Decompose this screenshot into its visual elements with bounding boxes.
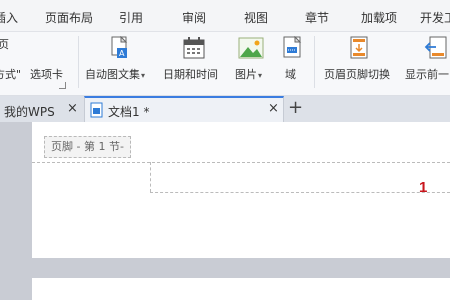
- document-icon: [90, 102, 103, 118]
- show-previous-button[interactable]: 显示前一: [405, 66, 449, 82]
- document-tab-bar: 我的WPS × 文档1 * × +: [0, 96, 450, 122]
- calendar-icon[interactable]: [182, 36, 206, 60]
- tab-addins[interactable]: 加载项: [361, 9, 397, 26]
- field-icon[interactable]: [281, 36, 303, 60]
- auto-text-label: 自动图文集: [85, 68, 140, 81]
- toolbar-separator: [78, 36, 79, 88]
- toolbar-separator: [314, 36, 315, 88]
- picture-button[interactable]: 图片▾: [235, 66, 262, 82]
- auto-text-button[interactable]: 自动图文集▾: [85, 66, 145, 82]
- page-number[interactable]: 1: [419, 179, 427, 196]
- chevron-down-icon: ▾: [141, 71, 146, 80]
- tab-document1[interactable]: 文档1 * ×: [84, 96, 284, 122]
- show-previous-icon[interactable]: [424, 35, 448, 61]
- footer-section-label: 页脚 - 第 1 节-: [44, 136, 131, 158]
- new-tab-plus-icon[interactable]: +: [288, 97, 303, 118]
- left-cut-label: 页: [0, 38, 9, 51]
- tab-page-layout[interactable]: 页面布局: [45, 9, 93, 26]
- footer-boundary-line: [32, 162, 450, 163]
- header-footer-switch-icon[interactable]: [347, 35, 371, 61]
- tab-developer[interactable]: 开发工: [420, 9, 450, 26]
- header-footer-switch-button[interactable]: 页眉页脚切换: [324, 66, 390, 82]
- tab-my-wps[interactable]: 我的WPS ×: [0, 98, 84, 122]
- auto-text-icon[interactable]: A: [109, 36, 131, 60]
- tab-section[interactable]: 章节: [305, 9, 329, 26]
- chevron-down-icon: ▾: [258, 71, 263, 80]
- picture-icon[interactable]: [238, 37, 264, 59]
- tab-my-wps-label: 我的WPS: [4, 105, 55, 119]
- ribbon-tab-bar: 插入 页面布局 引用 审阅 视图 章节 加载项 开发工: [0, 0, 450, 32]
- footer-frame-bottom: [150, 192, 450, 193]
- document-page-next[interactable]: [32, 278, 450, 300]
- left-cut-label-2: 方式": [0, 68, 22, 81]
- dialog-launcher-icon[interactable]: [59, 82, 66, 89]
- picture-label: 图片: [235, 68, 257, 81]
- tab-references[interactable]: 引用: [119, 9, 143, 26]
- tab-document1-label: 文档1 *: [108, 105, 150, 119]
- document-page[interactable]: 页脚 - 第 1 节- 1: [32, 122, 450, 258]
- close-icon[interactable]: ×: [67, 101, 78, 116]
- tab-review[interactable]: 审阅: [182, 9, 206, 26]
- footer-frame-edge: [150, 162, 151, 192]
- datetime-button[interactable]: 日期和时间: [163, 66, 218, 82]
- tab-view[interactable]: 视图: [244, 9, 268, 26]
- ribbon-toolbar: 页 方式" 选项卡 A 自动图文集▾ 日期和时间 图片▾: [0, 32, 450, 96]
- svg-text:A: A: [119, 49, 125, 58]
- close-icon[interactable]: ×: [268, 101, 279, 116]
- options-tab-button[interactable]: 选项卡: [30, 66, 63, 82]
- tab-insert[interactable]: 插入: [0, 9, 18, 26]
- field-button[interactable]: 域: [285, 66, 296, 82]
- document-canvas[interactable]: 页脚 - 第 1 节- 1: [0, 122, 450, 300]
